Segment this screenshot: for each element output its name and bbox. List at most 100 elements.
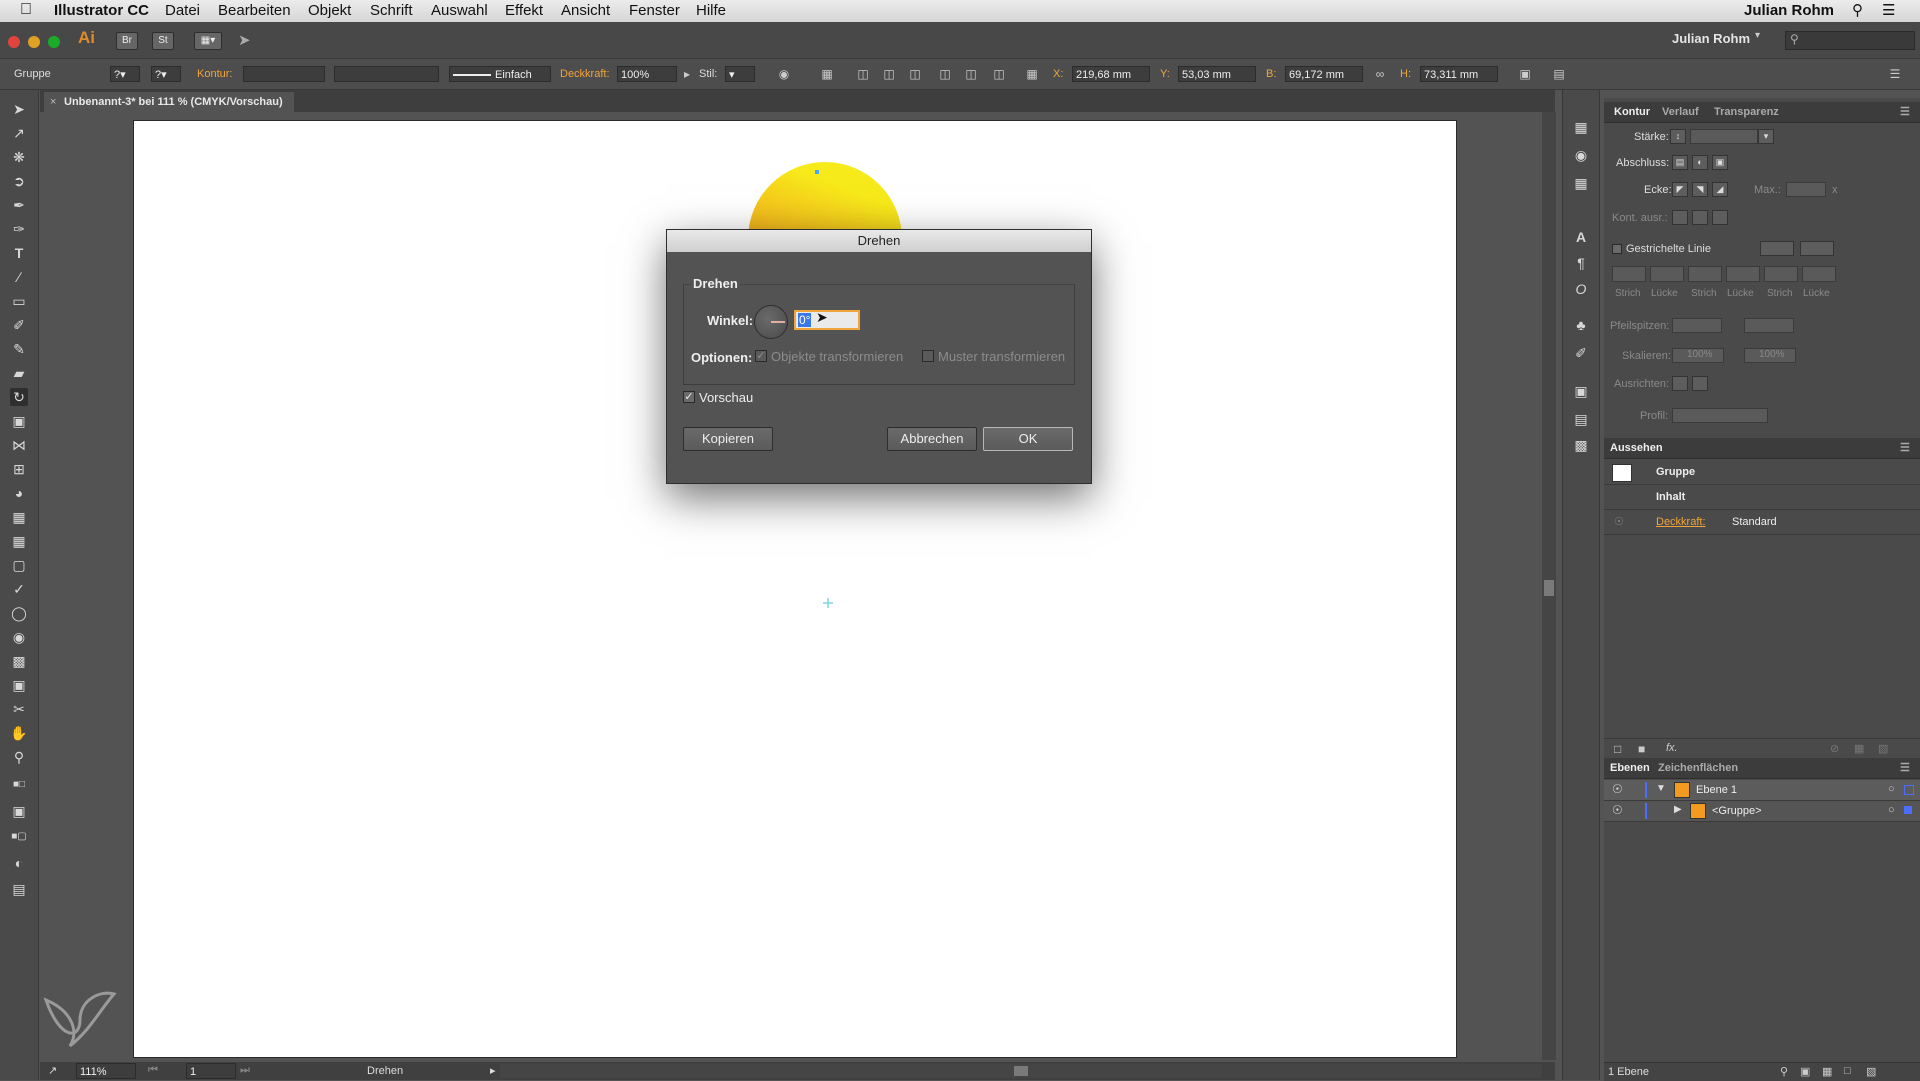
default-colors-icon[interactable]: ■□ <box>10 776 28 794</box>
curvature-tool-icon[interactable]: ✑ <box>10 220 28 238</box>
shape-builder-tool-icon[interactable]: ◕ <box>10 484 28 502</box>
transform-pattern-label[interactable]: Muster transformieren <box>938 349 1065 364</box>
direct-selection-tool-icon[interactable]: ↗ <box>10 124 28 142</box>
scale-tool-icon[interactable]: ▣ <box>10 412 28 430</box>
pen-tool-icon[interactable]: ✒ <box>10 196 28 214</box>
clipping-mask-icon[interactable]: ▣ <box>1800 1065 1810 1078</box>
arrow-scale-start-field[interactable]: 100% <box>1672 348 1724 363</box>
blend-tool-icon[interactable]: ◯ <box>10 604 28 622</box>
menu-schrift[interactable]: Schrift <box>370 2 413 19</box>
new-layer-icon[interactable]: □ <box>1844 1065 1851 1077</box>
tab-ebenen[interactable]: Ebenen <box>1610 762 1650 774</box>
opacity-label[interactable]: Deckkraft: <box>560 68 610 80</box>
ok-button[interactable]: OK <box>983 427 1073 451</box>
mesh-tool-icon[interactable]: ▦ <box>10 532 28 550</box>
gap-field-3[interactable] <box>1802 266 1836 282</box>
align-right-icon[interactable]: ◫ <box>908 67 922 81</box>
gradient-tool-icon[interactable]: ▢ <box>10 556 28 574</box>
link-icon[interactable]: ∞ <box>1373 67 1387 81</box>
tab-transparenz[interactable]: Transparenz <box>1714 106 1779 118</box>
transform-icon[interactable]: ▣ <box>1518 67 1532 81</box>
butt-cap-button[interactable]: ▤ <box>1672 155 1688 170</box>
align-center-icon[interactable]: ◫ <box>882 67 896 81</box>
align-to-icon[interactable]: ▦ <box>820 67 834 81</box>
recolor-icon[interactable]: ◉ <box>777 67 791 81</box>
export-icon[interactable]: ↗ <box>48 1064 57 1077</box>
symbol-sprayer-tool-icon[interactable]: ◉ <box>10 628 28 646</box>
selection-indicator[interactable] <box>1904 785 1914 795</box>
angle-input[interactable]: 0° ➤ <box>794 309 860 330</box>
transform-objects-checkbox[interactable]: ✓ <box>755 350 767 362</box>
arrow-scale-end-field[interactable]: 100% <box>1744 348 1796 363</box>
stroke-label[interactable]: Kontur: <box>197 68 232 80</box>
transform-panel-icon[interactable]: ▣ <box>1572 382 1590 400</box>
arrowhead-start-select[interactable] <box>1672 318 1722 333</box>
artboard-tool-icon[interactable]: ▣ <box>10 676 28 694</box>
list-icon[interactable]: ☰ <box>1882 1 1895 19</box>
angle-dial[interactable] <box>754 305 788 339</box>
width-tool-icon[interactable]: ⋈ <box>10 436 28 454</box>
align-inside-stroke-button[interactable] <box>1692 210 1708 225</box>
visibility-eye-icon[interactable]: ☉ <box>1612 782 1623 796</box>
arrow-align-button-2[interactable] <box>1692 376 1708 391</box>
vertical-scrollbar[interactable] <box>1542 112 1556 1060</box>
paintbrush-tool-icon[interactable]: ✐ <box>10 316 28 334</box>
rotate-tool-icon[interactable]: ↻ <box>10 388 28 406</box>
panel-menu-icon[interactable]: ☰ <box>1900 105 1910 118</box>
align-panel-icon[interactable]: ▤ <box>1572 410 1590 428</box>
profile-select[interactable] <box>1672 408 1768 423</box>
tab-verlauf[interactable]: Verlauf <box>1662 106 1699 118</box>
horizontal-scroll-thumb[interactable] <box>1014 1066 1028 1076</box>
menu-ansicht[interactable]: Ansicht <box>561 2 610 19</box>
chevron-down-icon[interactable]: ▾ <box>1758 129 1774 144</box>
chevron-right-icon[interactable]: ▸ <box>680 67 694 81</box>
blob-brush-tool-icon[interactable]: ✎ <box>10 340 28 358</box>
tab-zeichenflaechen[interactable]: Zeichenflächen <box>1658 762 1738 774</box>
delete-layer-icon[interactable]: ▧ <box>1866 1065 1876 1078</box>
x-field[interactable]: 219,68 mm <box>1072 66 1150 82</box>
document-tab[interactable]: × Unbenannt-3* bei 111 % (CMYK/Vorschau) <box>44 92 294 112</box>
dash-field-3[interactable] <box>1764 266 1798 282</box>
layer-row-gruppe[interactable]: ☉ ▶ <Gruppe> ○ <box>1604 801 1920 822</box>
tab-aussehen[interactable]: Aussehen <box>1610 442 1663 454</box>
arrange-docs-icon[interactable]: ▦▾ <box>194 32 222 50</box>
gpu-icon[interactable]: ➤ <box>238 31 251 49</box>
reference-point-icon[interactable]: ▦ <box>1025 67 1039 81</box>
round-cap-button[interactable]: ◐ <box>1692 155 1708 170</box>
first-artboard-icon[interactable]: ⏮ <box>148 1064 158 1077</box>
layer-row-ebene-1[interactable]: ☉ ▼ Ebene 1 ○ <box>1604 780 1920 801</box>
miter-join-button[interactable]: ◤ <box>1672 182 1688 197</box>
align-outside-stroke-button[interactable] <box>1712 210 1728 225</box>
dashed-line-checkbox[interactable] <box>1612 244 1622 254</box>
tab-kontur[interactable]: Kontur <box>1614 106 1650 118</box>
expand-triangle-icon[interactable]: ▶ <box>1674 804 1682 815</box>
limit-field[interactable] <box>1786 182 1826 197</box>
dash-preserve-button[interactable] <box>1760 241 1794 256</box>
panel-menu-icon[interactable]: ☰ <box>1900 441 1910 454</box>
round-join-button[interactable]: ◥ <box>1692 182 1708 197</box>
paragraph-icon[interactable]: ¶ <box>1572 254 1590 272</box>
menu-fenster[interactable]: Fenster <box>629 2 680 19</box>
bevel-join-button[interactable]: ◢ <box>1712 182 1728 197</box>
character-icon[interactable]: A <box>1572 228 1590 246</box>
free-transform-tool-icon[interactable]: ⊞ <box>10 460 28 478</box>
dash-field-1[interactable] <box>1612 266 1646 282</box>
hand-tool-icon[interactable]: ✋ <box>10 724 28 742</box>
menu-auswahl[interactable]: Auswahl <box>431 2 488 19</box>
new-sublayer-icon[interactable]: ▦ <box>1822 1065 1832 1078</box>
screen-mode-icon[interactable]: ▤ <box>10 880 28 898</box>
graph-tool-icon[interactable]: ▩ <box>10 652 28 670</box>
group-item-name[interactable]: <Gruppe> <box>1712 805 1762 817</box>
collapse-triangle-icon[interactable]: ▼ <box>1656 783 1666 794</box>
zoom-tool-icon[interactable]: ⚲ <box>10 748 28 766</box>
close-window-button[interactable] <box>8 36 20 48</box>
weight-stepper[interactable]: ↕ <box>1670 129 1686 144</box>
fill-stroke-icon[interactable]: ▣ <box>10 802 28 820</box>
arrowhead-end-select[interactable] <box>1744 318 1794 333</box>
color-icon[interactable]: ◉ <box>1572 146 1590 164</box>
style-swatch[interactable]: ▾ <box>725 66 755 82</box>
zoom-field[interactable]: 111% <box>76 1063 136 1079</box>
eyedropper-tool-icon[interactable]: ✓ <box>10 580 28 598</box>
locate-object-icon[interactable]: ⚲ <box>1780 1065 1788 1078</box>
brushes-icon[interactable]: ✐ <box>1572 344 1590 362</box>
